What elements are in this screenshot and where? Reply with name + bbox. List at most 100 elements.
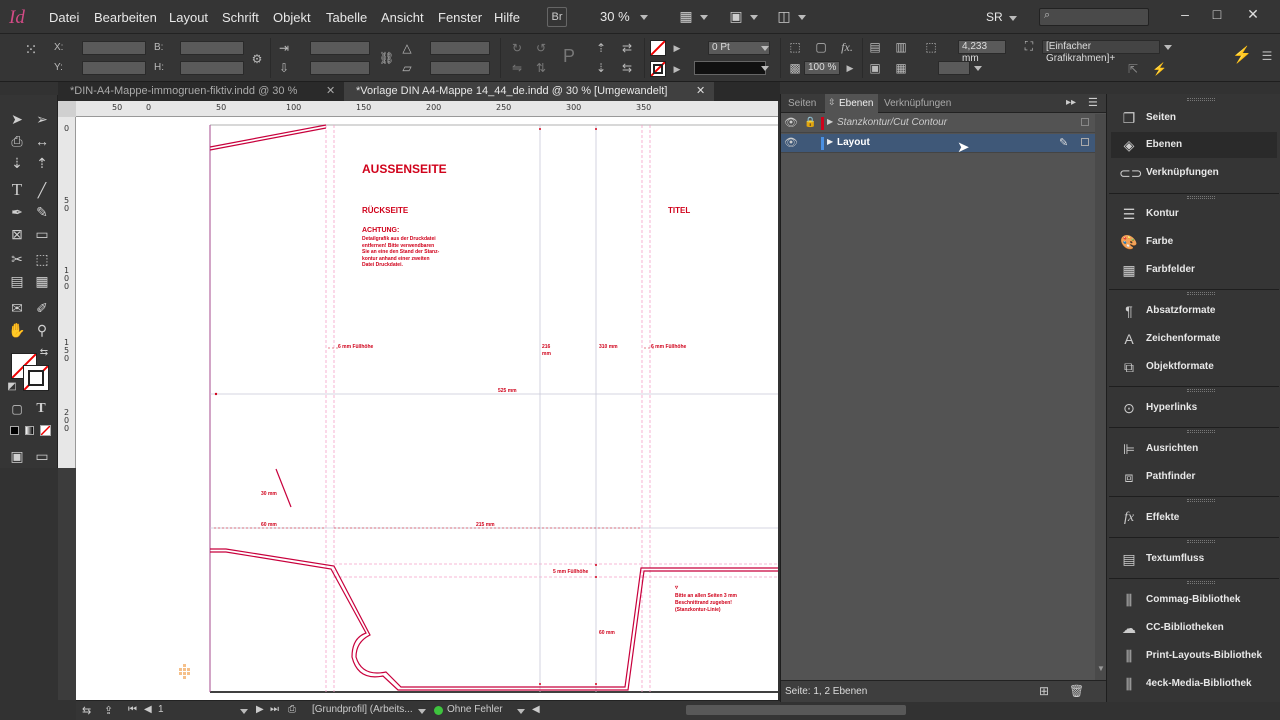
warning-title[interactable]: ACHTUNG: [362,227,399,234]
menu-tabelle[interactable]: Tabelle [326,10,367,25]
layer-row-stanzkontur[interactable]: 👁 🔒 ▶ Stanzkontur/Cut Contour [781,114,1095,133]
bridge-button[interactable]: Br [547,7,567,27]
minimize-button[interactable]: – [1170,6,1200,24]
constrain-proportions-icon[interactable]: ⚙ [250,52,264,66]
view-options-dropdown-icon[interactable] [700,15,708,20]
workspace-dropdown-icon[interactable] [1009,16,1017,21]
new-layer-icon[interactable]: ⊞ [1039,684,1049,698]
rectangle-tool-icon[interactable]: ▭ [32,224,52,244]
workspace-switcher[interactable]: SR [986,10,1003,24]
center-content-icon[interactable]: ▣ [868,61,882,75]
shear-field[interactable] [430,61,490,75]
content-collector-icon[interactable]: ⇣ [7,153,27,173]
reference-point-icon[interactable]: ⁙ [24,43,38,59]
eyedropper-tool-icon[interactable]: ✐ [32,298,52,318]
maximize-button[interactable]: □ [1202,6,1232,24]
fill-frame-icon[interactable]: ▦ [894,61,908,75]
lock-icon[interactable]: 🔒 [804,117,816,128]
object-style-dropdown-icon[interactable] [1164,45,1172,50]
line-tool-icon[interactable]: ╱ [32,180,52,200]
dock-item-textumfluss[interactable]: ▤ Textumfluss [1111,546,1277,572]
label-titel[interactable]: TITEL [668,206,690,215]
menu-hilfe[interactable]: Hilfe [494,10,520,25]
width-field[interactable] [180,41,244,55]
stroke-type-select[interactable] [694,61,766,75]
scroll-left-icon[interactable]: ◀ [532,704,540,715]
menu-layout[interactable]: Layout [169,10,208,25]
arrange-documents-icon[interactable]: ◫ [774,7,794,27]
menu-fenster[interactable]: Fenster [438,10,482,25]
next-page-icon[interactable]: ▶ [256,704,264,715]
selection-tool-icon[interactable]: ➤ [7,109,27,129]
dock-item-commag-bibliothek[interactable]: ⫼ Commag-Bibliothek [1111,587,1277,613]
search-input[interactable]: ⌕ [1039,8,1149,26]
corner-options-icon[interactable]: ⬚ [788,40,802,54]
dock-item-kontur[interactable]: ☰ Kontur [1111,201,1277,227]
flip-horizontal-icon[interactable]: ⇋ [510,61,524,75]
visibility-eye-icon[interactable]: 👁 [784,136,798,149]
normal-view-icon[interactable]: ▣ [7,446,27,466]
dock-grip[interactable] [1187,540,1215,543]
dock-grip[interactable] [1187,389,1215,392]
horizontal-ruler[interactable]: 50 0 50 100 150 200 250 300 350 [76,101,778,117]
warning-text[interactable]: Detailgrafik aus der Druckdatei entferne… [362,236,439,269]
menu-ansicht[interactable]: Ansicht [381,10,424,25]
dock-item-objektformate[interactable]: ⧉ Objektformate [1111,354,1277,380]
preflight-view-icon[interactable]: ⇆ [82,704,91,717]
dock-item-farbe[interactable]: 🎨 Farbe [1111,229,1277,255]
dock-item-ebenen[interactable]: ◈ Ebenen [1111,132,1277,158]
dock-grip[interactable] [1187,196,1215,199]
formatting-text-icon[interactable]: T [31,399,51,419]
fill-menu-icon[interactable]: ▶ [670,41,684,55]
profile-dropdown-icon[interactable] [418,709,426,714]
opacity-menu-icon[interactable]: ▶ [843,61,857,75]
lightning-icon[interactable]: ⚡ [1232,48,1252,64]
visibility-eye-icon[interactable]: 👁 [784,116,798,129]
content-placer-icon[interactable]: ⇡ [32,153,52,173]
pen-tool-icon[interactable]: ✒ [7,202,27,222]
stroke-weight-dropdown-icon[interactable] [761,46,769,51]
dock-grip[interactable] [1187,98,1215,101]
zoom-dropdown-icon[interactable] [640,15,648,20]
dock-item-pathfinder[interactable]: ⧈ Pathfinder [1111,464,1277,490]
tab-collapse-icon[interactable]: ⇳ [828,97,836,108]
layer-row-layout[interactable]: 👁 ▶ Layout ✎ [781,134,1095,153]
link-scale-icon[interactable]: ⛓ [379,51,394,65]
scissors-tool-icon[interactable]: ✂ [7,249,27,269]
first-page-icon[interactable]: ⏮ [128,704,137,715]
select-next-icon[interactable]: ⇆ [620,61,634,75]
layer-target-box[interactable] [1081,118,1089,126]
default-colors-icon[interactable]: ◩ [6,381,18,393]
prev-page-icon[interactable]: ◀ [144,704,152,715]
scroll-down-icon[interactable]: ▼ [1097,664,1105,673]
apply-color-icon[interactable] [10,426,19,435]
rotate-ccw-icon[interactable]: ↺ [534,41,548,55]
y-field[interactable] [82,61,146,75]
stroke-color-swatch[interactable] [23,365,49,391]
swap-colors-icon[interactable]: ⇆ [38,347,50,359]
menu-objekt[interactable]: Objekt [273,10,311,25]
scale-x-field[interactable] [310,41,370,55]
arrange-dropdown-icon[interactable] [798,15,806,20]
menu-datei[interactable]: Datei [49,10,79,25]
tab-verknuepfungen[interactable]: Verknüpfungen [879,94,956,113]
height-field[interactable] [180,61,244,75]
fill-swatch[interactable] [650,40,666,56]
label-rueckseite[interactable]: RÜCKSEITE [362,206,408,215]
tab-seiten[interactable]: Seiten [783,94,821,113]
page-tool-icon[interactable]: ⎙ [7,131,27,151]
expand-arrow-icon[interactable]: ▶ [827,117,833,126]
menu-bearbeiten[interactable]: Bearbeiten [94,10,157,25]
fit-content-icon[interactable]: ▤ [868,40,882,54]
hand-tool-icon[interactable]: ✋ [7,320,27,340]
menu-schrift[interactable]: Schrift [222,10,259,25]
frame-tool-icon[interactable]: ⊠ [7,224,27,244]
auto-fit-icon[interactable]: ⬚ [924,40,938,54]
select-previous-icon[interactable]: ⇣ [594,61,608,75]
bleed-note[interactable]: Bitte an allen Seiten 3 mm Beschnittrand… [675,593,737,614]
pencil-tool-icon[interactable]: ✎ [32,202,52,222]
layer-name[interactable]: Layout [837,137,870,148]
note-tool-icon[interactable]: ✉ [7,298,27,318]
dock-item-4eck-media[interactable]: ⫼ 4eck-Media-Bibliothek [1111,671,1277,697]
dock-item-zeichenformate[interactable]: A Zeichenformate [1111,326,1277,352]
